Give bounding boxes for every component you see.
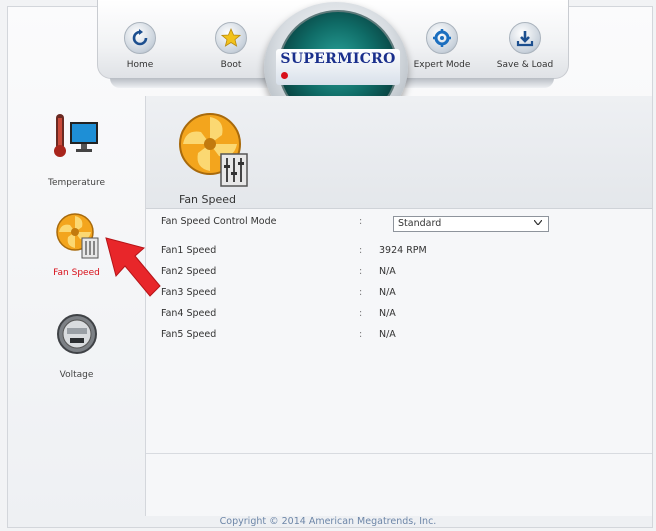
nav-boot[interactable]: Boot — [196, 22, 266, 70]
main-panel: Fan Speed Fan Speed Control Mode : Stand… — [145, 96, 652, 516]
gear-icon — [426, 22, 458, 54]
setting-colon: : — [359, 329, 363, 340]
refresh-icon — [124, 22, 156, 54]
nav-save-load-label: Save & Load — [496, 60, 554, 70]
voltage-meter-icon — [56, 310, 97, 358]
red-pointer-arrow-icon — [105, 237, 161, 297]
panel-divider — [146, 453, 652, 454]
setting-label: Fan4 Speed — [161, 308, 217, 319]
setting-label: Fan2 Speed — [161, 266, 217, 277]
setting-colon: : — [359, 308, 363, 319]
setting-label: Fan5 Speed — [161, 329, 217, 340]
logo-dot — [281, 71, 289, 79]
select-value: Standard — [398, 218, 442, 229]
nav-boot-label: Boot — [220, 60, 242, 70]
nav-expert-mode-label: Expert Mode — [413, 60, 471, 70]
setting-colon: : — [359, 216, 363, 227]
thermometer-monitor-icon — [52, 112, 102, 160]
setting-colon: : — [359, 287, 363, 298]
page-title: Fan Speed — [179, 193, 237, 206]
copyright-text: Copyright © 2014 American Megatrends, In… — [219, 516, 437, 527]
sidebar: Temperature Fan Speed Voltage — [8, 98, 145, 518]
nav-home-label: Home — [126, 60, 154, 70]
logo-text: SUPERMICRO — [280, 51, 396, 67]
setting-label: Fan1 Speed — [161, 245, 217, 256]
nav-save-load[interactable]: Save & Load — [490, 22, 560, 70]
fan-icon — [54, 210, 100, 260]
fan1-speed-value: 3924 RPM — [379, 245, 427, 256]
main-header: Fan Speed — [146, 96, 652, 209]
fan-speed-control-mode-select[interactable]: Standard — [393, 216, 549, 232]
setting-label: Fan Speed Control Mode — [161, 216, 277, 227]
sidebar-item-voltage[interactable]: Voltage — [8, 310, 145, 380]
star-icon — [215, 22, 247, 54]
sidebar-item-temperature[interactable]: Temperature — [8, 112, 145, 188]
setting-label: Fan3 Speed — [161, 287, 217, 298]
download-icon — [509, 22, 541, 54]
setting-colon: : — [359, 266, 363, 277]
fan-icon-large — [177, 110, 249, 188]
fan4-speed-value: N/A — [379, 308, 396, 319]
sidebar-item-temperature-label: Temperature — [47, 178, 105, 188]
fan3-speed-value: N/A — [379, 287, 396, 298]
nav-expert-mode[interactable]: Expert Mode — [407, 22, 477, 70]
sidebar-item-voltage-label: Voltage — [59, 370, 94, 380]
fan2-speed-value: N/A — [379, 266, 396, 277]
chevron-down-icon — [534, 220, 542, 225]
nav-home[interactable]: Home — [105, 22, 175, 70]
fan5-speed-value: N/A — [379, 329, 396, 340]
setting-colon: : — [359, 245, 363, 256]
